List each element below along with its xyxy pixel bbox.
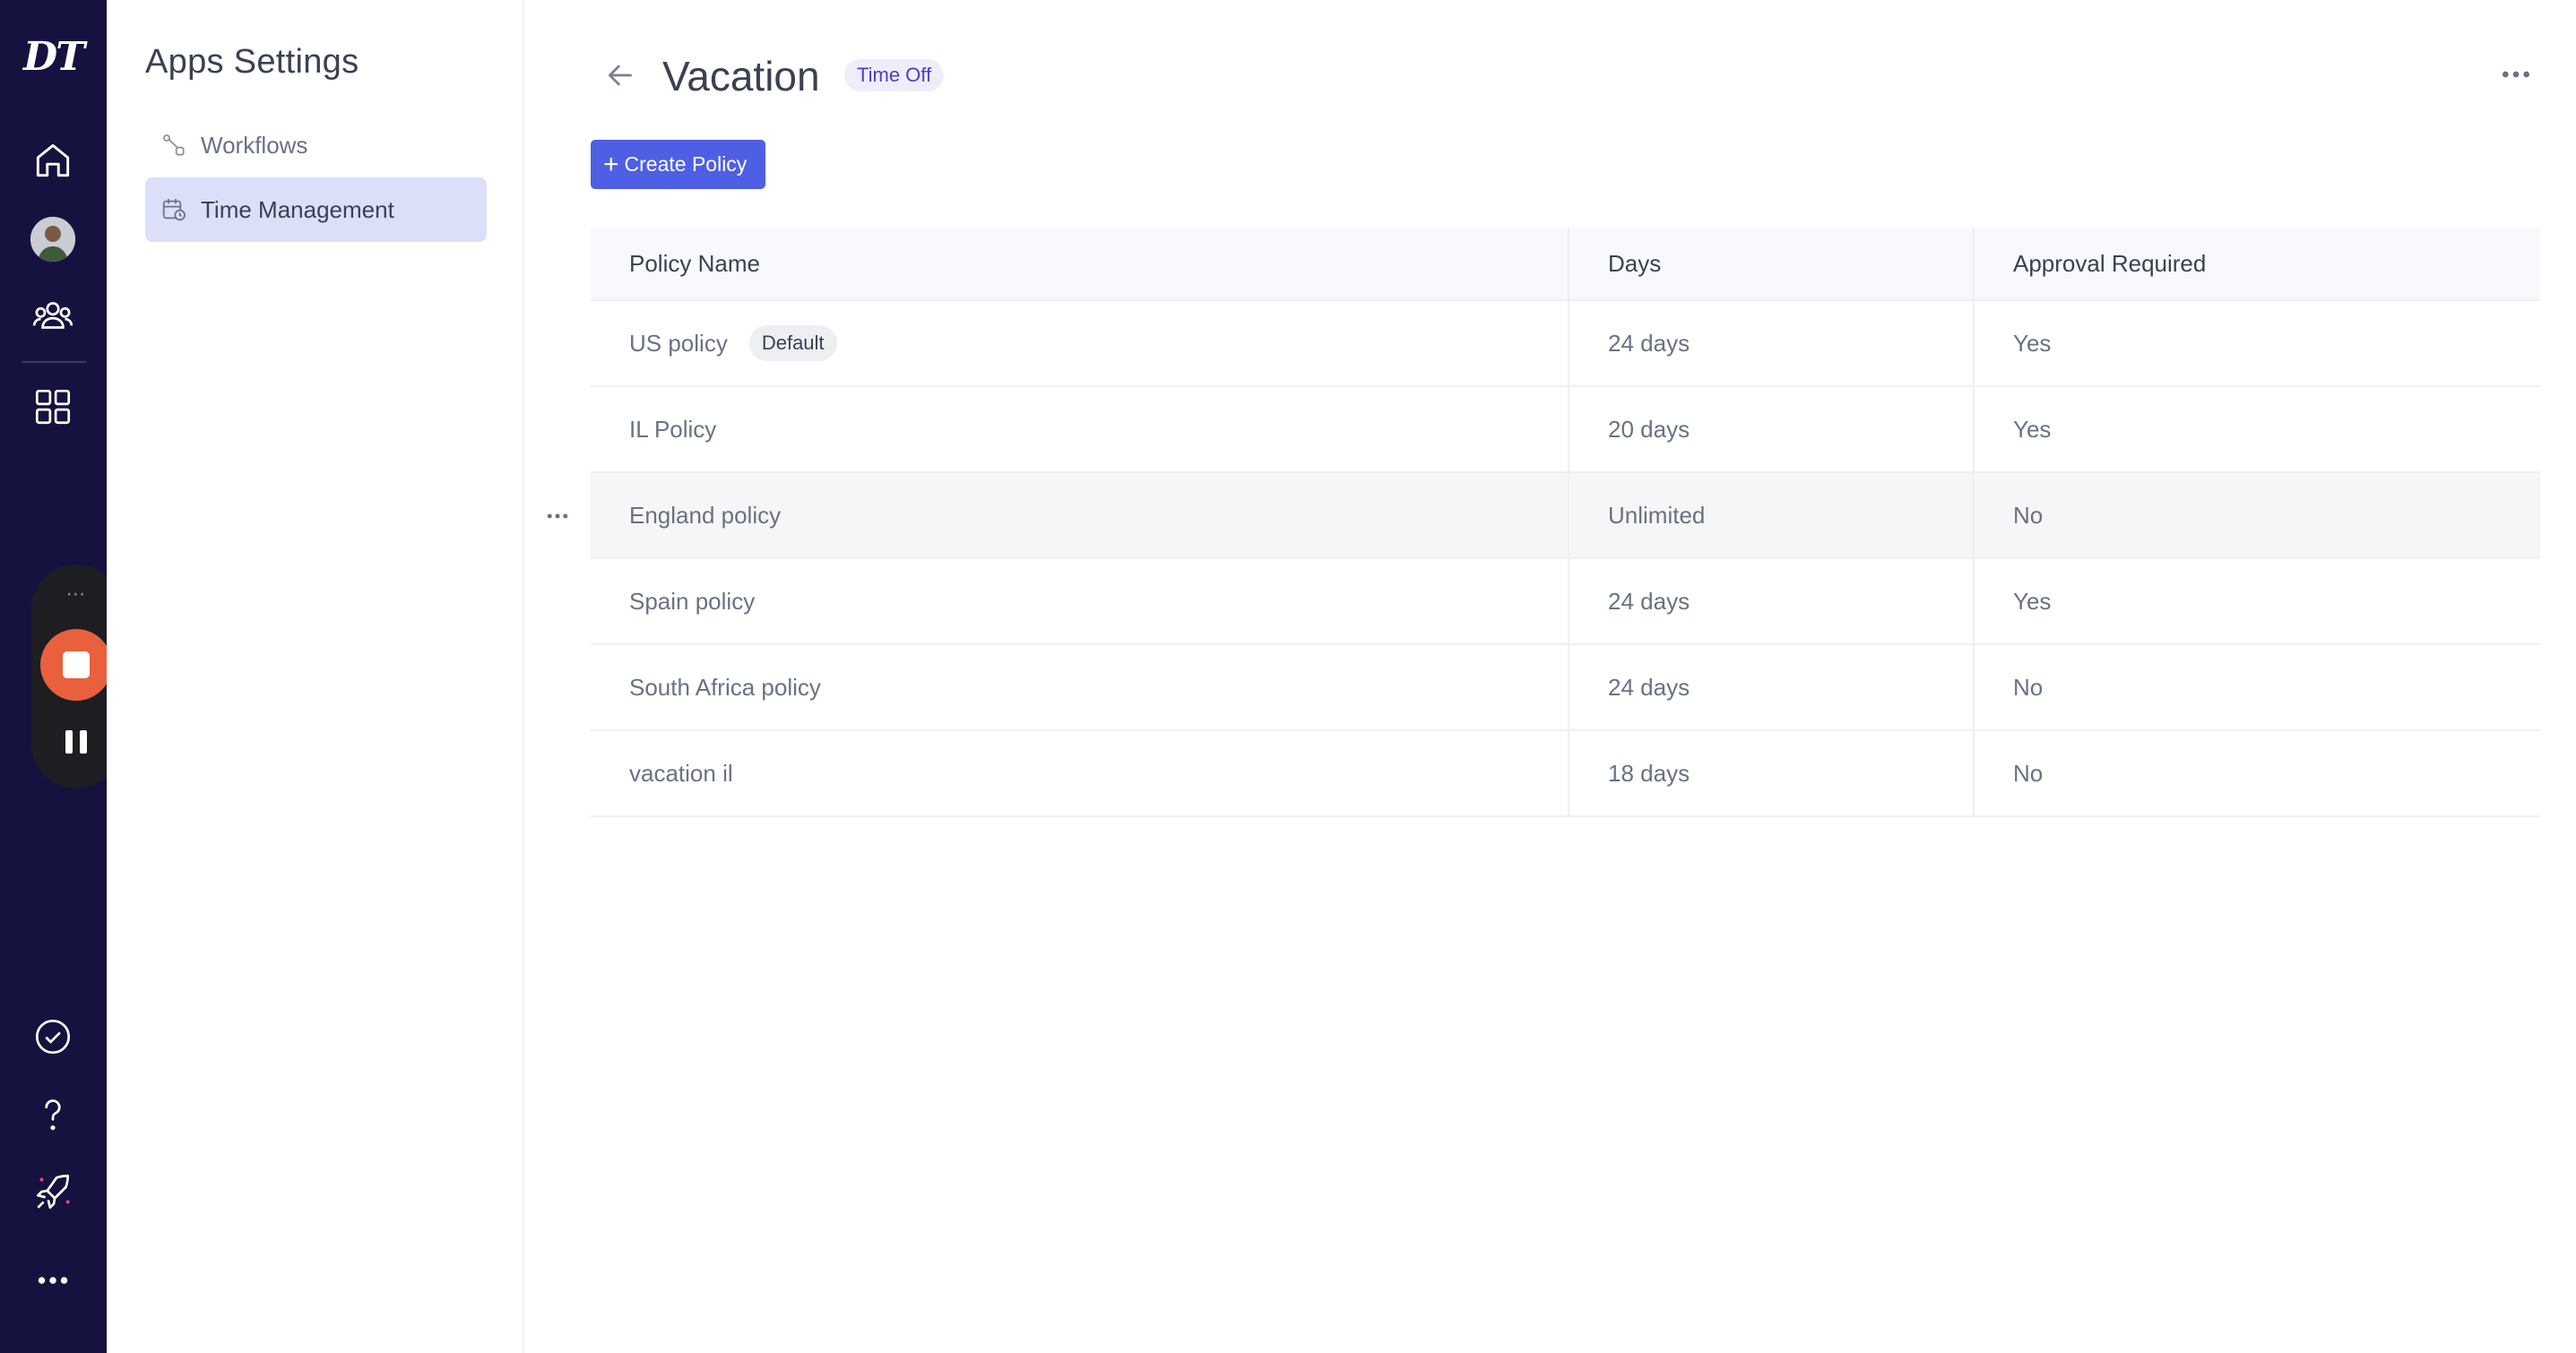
apps-grid-icon[interactable] — [27, 381, 79, 433]
approval-cell: No — [2013, 673, 2044, 701]
column-header-approval[interactable]: Approval Required — [1975, 228, 2540, 299]
team-icon[interactable] — [27, 290, 79, 342]
days-cell: 20 days — [1569, 387, 1975, 471]
days-cell: 24 days — [1569, 645, 1975, 729]
help-icon[interactable] — [27, 1089, 79, 1141]
approval-cell: Yes — [2013, 329, 2052, 357]
policy-name-cell: Spain policy — [591, 559, 1569, 643]
more-icon[interactable] — [27, 1254, 79, 1306]
days-cell: 18 days — [1569, 731, 1975, 815]
table-row[interactable]: IL Policy 20 days Yes — [591, 387, 2540, 473]
plus-icon: + — [603, 149, 619, 179]
workflow-icon — [163, 134, 185, 156]
stop-recording-button[interactable] — [40, 629, 112, 701]
main-content: Vacation Time Off + Create Policy Policy… — [526, 0, 2576, 1353]
policy-name-cell: vacation il — [591, 731, 1569, 815]
column-header-policy-name[interactable]: Policy Name — [591, 228, 1569, 299]
approval-cell: Yes — [2013, 587, 2052, 615]
settings-title: Apps Settings — [145, 43, 359, 81]
policy-name-cell: South Africa policy — [591, 645, 1569, 729]
approval-cell: No — [2013, 759, 2044, 787]
rail-divider — [22, 361, 86, 363]
table-row[interactable]: Spain policy 24 days Yes — [591, 559, 2540, 645]
page-title: Vacation — [662, 53, 820, 99]
approval-cell: No — [2013, 501, 2044, 529]
policies-table: Policy Name Days Approval Required US po… — [547, 228, 2540, 817]
settings-sidebar: Apps Settings Workflows Time Management — [107, 0, 524, 1353]
more-options-icon[interactable] — [2498, 61, 2534, 88]
column-header-days[interactable]: Days — [1569, 228, 1975, 299]
days-cell: Unlimited — [1569, 473, 1975, 557]
check-circle-icon[interactable] — [27, 1011, 79, 1063]
pause-button[interactable] — [65, 730, 87, 754]
policy-name-cell: England policy — [591, 473, 1569, 557]
sidebar-item-workflows[interactable]: Workflows — [145, 113, 487, 177]
sidebar-item-time-management[interactable]: Time Management — [145, 177, 487, 242]
policy-name-cell: US policy Default — [591, 301, 1569, 385]
days-cell: 24 days — [1569, 559, 1975, 643]
rocket-icon[interactable] — [27, 1167, 79, 1219]
stop-icon — [63, 651, 90, 678]
table-header: Policy Name Days Approval Required — [591, 228, 2540, 301]
sidebar-item-label: Time Management — [201, 195, 394, 223]
avatar[interactable] — [30, 217, 75, 262]
back-arrow-icon[interactable] — [602, 57, 638, 93]
policy-name-cell: IL Policy — [591, 387, 1569, 471]
table-row[interactable]: South Africa policy 24 days No — [591, 645, 2540, 731]
calendar-clock-icon — [162, 199, 186, 221]
sidebar-item-label: Workflows — [201, 131, 308, 159]
row-more-options-icon[interactable] — [544, 503, 571, 530]
table-row[interactable]: US policy Default 24 days Yes — [591, 301, 2540, 387]
status-badge: Time Off — [844, 59, 945, 91]
home-icon[interactable] — [27, 134, 79, 186]
approval-cell: Yes — [2013, 415, 2052, 443]
default-badge: Default — [748, 325, 837, 361]
table-row[interactable]: vacation il 18 days No — [591, 731, 2540, 817]
days-cell: 24 days — [1569, 301, 1975, 385]
create-policy-button[interactable]: + Create Policy — [591, 140, 765, 189]
create-policy-label: Create Policy — [624, 152, 748, 176]
app-logo[interactable]: DT — [0, 34, 107, 80]
policy-name: US policy — [629, 329, 728, 357]
table-row[interactable]: England policy Unlimited No — [547, 473, 2540, 559]
